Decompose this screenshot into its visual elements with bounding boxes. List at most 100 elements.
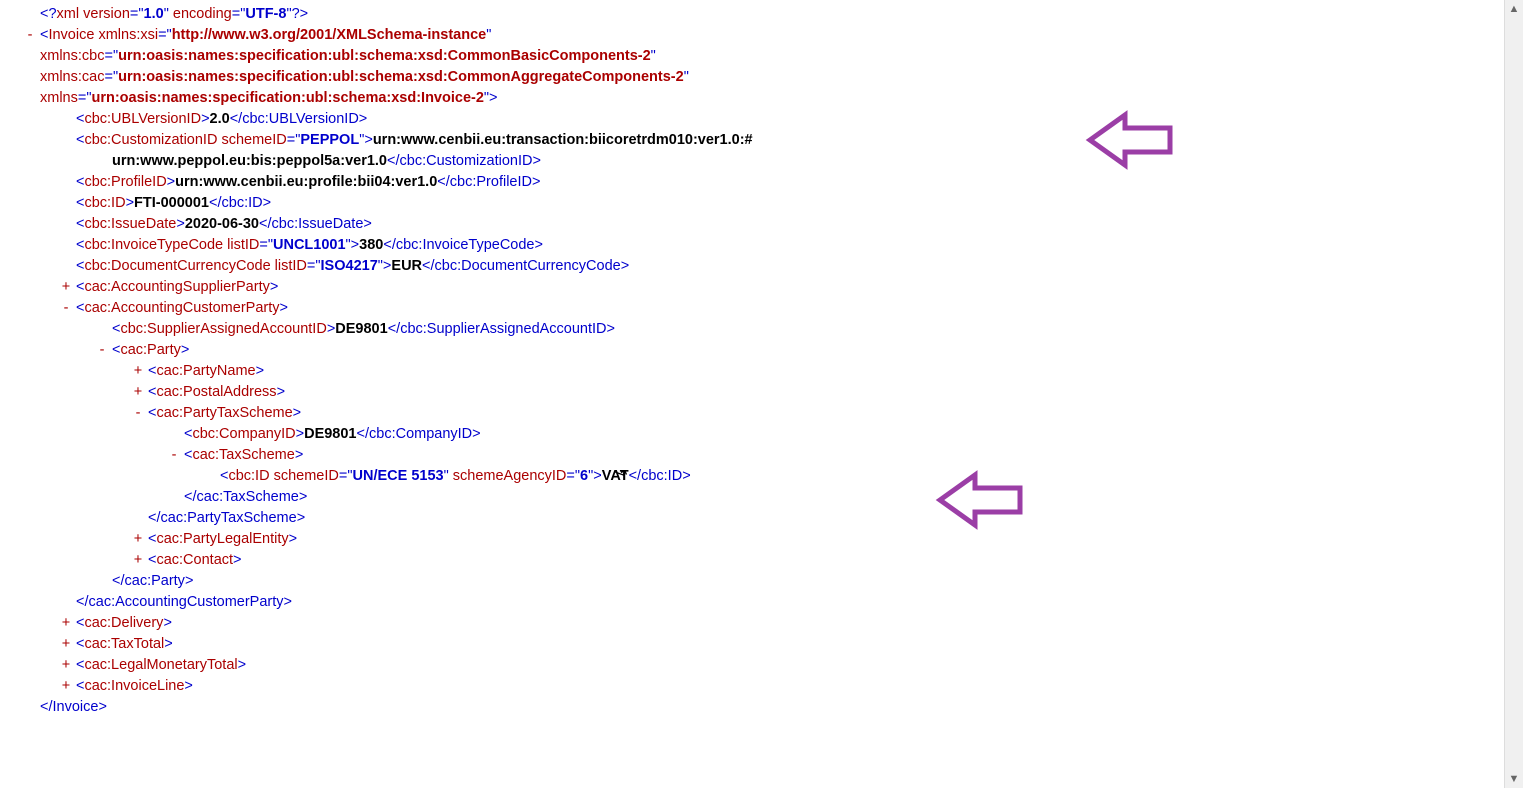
xml-token: >	[359, 111, 367, 127]
collapse-node-icon[interactable]: -	[58, 298, 74, 319]
xml-token: >	[472, 426, 480, 442]
xml-token: cac:PartyLegalEntity	[156, 531, 288, 547]
xml-token: schemeID	[274, 468, 339, 484]
xml-line: +<cac:Contact>	[0, 550, 1505, 571]
collapse-node-icon[interactable]: -	[166, 445, 182, 466]
xml-token: =	[104, 69, 112, 85]
xml-line: -<Invoice xmlns:xsi="http://www.w3.org/2…	[0, 25, 1505, 46]
xml-line: +<cac:PartyName>	[0, 361, 1505, 382]
xml-token: >	[256, 363, 264, 379]
xml-token: urn:oasis:names:specification:ubl:schema…	[118, 69, 684, 85]
expand-node-icon[interactable]: +	[130, 550, 146, 571]
xml-token: </	[209, 195, 222, 211]
xml-line: <cbc:IssueDate>2020-06-30</cbc:IssueDate…	[0, 214, 1505, 235]
xml-token: >	[532, 174, 540, 190]
xml-token: </	[40, 699, 53, 715]
xml-token: >	[296, 426, 304, 442]
xml-token: "	[684, 69, 689, 85]
xml-token: listID	[227, 237, 259, 253]
xml-token: cac:TaxScheme	[197, 489, 299, 505]
xml-token: </	[148, 510, 161, 526]
xml-token: cac:TaxScheme	[192, 447, 294, 463]
xml-line: +<cac:InvoiceLine>	[0, 676, 1505, 697]
expand-node-icon[interactable]: +	[58, 676, 74, 697]
xml-token: ISO4217	[321, 258, 378, 274]
xml-token: "	[164, 6, 173, 22]
xml-token: xmlns:cbc	[40, 48, 104, 64]
xml-token: 2020-06-30	[185, 216, 259, 232]
xml-token: >	[164, 636, 172, 652]
xml-token: cac:Delivery	[84, 615, 163, 631]
xml-token: >	[532, 153, 540, 169]
xml-line: <cbc:DocumentCurrencyCode listID="ISO421…	[0, 256, 1505, 277]
xml-token: cbc:ID	[641, 468, 682, 484]
scroll-up-icon[interactable]: ▲	[1505, 0, 1523, 18]
xml-line: <?xml version="1.0" encoding="UTF-8"?>	[0, 4, 1505, 25]
collapse-node-icon[interactable]: -	[22, 25, 38, 46]
collapse-node-icon[interactable]: -	[130, 403, 146, 424]
xml-line: <cbc:ID>FTI-000001</cbc:ID>	[0, 193, 1505, 214]
xml-token: ">	[378, 258, 392, 274]
xml-token: xmlns:cac	[40, 69, 104, 85]
xml-token: ="	[287, 132, 301, 148]
xml-line: +<cac:LegalMonetaryTotal>	[0, 655, 1505, 676]
xml-line: <cbc:ProfileID>urn:www.cenbii.eu:profile…	[0, 172, 1505, 193]
xml-token: >	[289, 531, 297, 547]
xml-token: ">	[588, 468, 602, 484]
xml-token: Invoice	[53, 699, 99, 715]
xml-token: cbc:CompanyID	[192, 426, 295, 442]
xml-token: >	[238, 657, 246, 673]
xml-token: schemeAgencyID	[453, 468, 567, 484]
xml-token: "?>	[286, 6, 308, 22]
xml-token: >	[176, 216, 184, 232]
xml-token: >	[607, 321, 615, 337]
expand-node-icon[interactable]: +	[130, 361, 146, 382]
expand-node-icon[interactable]: +	[58, 655, 74, 676]
xml-line: </Invoice>	[0, 697, 1505, 718]
xml-token: >	[163, 615, 171, 631]
xml-token: urn:oasis:names:specification:ubl:schema…	[118, 48, 651, 64]
xml-token: <?	[40, 6, 57, 22]
expand-node-icon[interactable]: +	[58, 634, 74, 655]
xml-token: >	[682, 468, 690, 484]
xml-token: ="	[232, 6, 246, 22]
scroll-down-icon[interactable]: ▼	[1505, 770, 1523, 788]
xml-token: cbc:CompanyID	[369, 426, 472, 442]
xml-line: </cac:Party>	[0, 571, 1505, 592]
xml-token: Invoice	[48, 27, 98, 43]
expand-node-icon[interactable]: +	[130, 382, 146, 403]
xml-token: UN/ECE 5153	[353, 468, 444, 484]
xml-token: xmlns:xsi	[98, 27, 158, 43]
xml-token: urn:www.peppol.eu:bis:peppol5a:ver1.0	[112, 153, 387, 169]
xml-token: >	[167, 174, 175, 190]
xml-token: cbc:ID	[228, 468, 273, 484]
xml-line: xmlns:cbc="urn:oasis:names:specification…	[0, 46, 1505, 67]
xml-token: </	[112, 573, 125, 589]
xml-token: >	[299, 489, 307, 505]
xml-token: VAT	[602, 468, 629, 484]
expand-node-icon[interactable]: +	[58, 277, 74, 298]
xml-token: cac:Contact	[156, 552, 233, 568]
xml-token: cac:PartyTaxScheme	[161, 510, 297, 526]
xml-line: +<cac:PartyLegalEntity>	[0, 529, 1505, 550]
xml-token: "	[486, 27, 491, 43]
xml-token: UNCL1001	[273, 237, 346, 253]
xml-token: cac:Party	[125, 573, 185, 589]
vertical-scrollbar[interactable]: ▲ ▼	[1504, 0, 1523, 788]
xml-token: 6	[580, 468, 588, 484]
xml-token: xml	[57, 6, 84, 22]
expand-node-icon[interactable]: +	[58, 613, 74, 634]
xml-token: >	[201, 111, 209, 127]
collapse-node-icon[interactable]: -	[94, 340, 110, 361]
xml-token: http://www.w3.org/2001/XMLSchema-instanc…	[172, 27, 487, 43]
xml-line: </cac:TaxScheme>	[0, 487, 1505, 508]
expand-node-icon[interactable]: +	[130, 529, 146, 550]
xml-token: >	[284, 594, 292, 610]
xml-line: </cac:PartyTaxScheme>	[0, 508, 1505, 529]
xml-token: ">	[484, 90, 498, 106]
xml-token: >	[280, 300, 288, 316]
xml-line: <cbc:ID schemeID="UN/ECE 5153" schemeAge…	[0, 466, 1505, 487]
xml-token: cac:PartyTaxScheme	[156, 405, 292, 421]
xml-token: >	[297, 510, 305, 526]
xml-token: >	[270, 279, 278, 295]
